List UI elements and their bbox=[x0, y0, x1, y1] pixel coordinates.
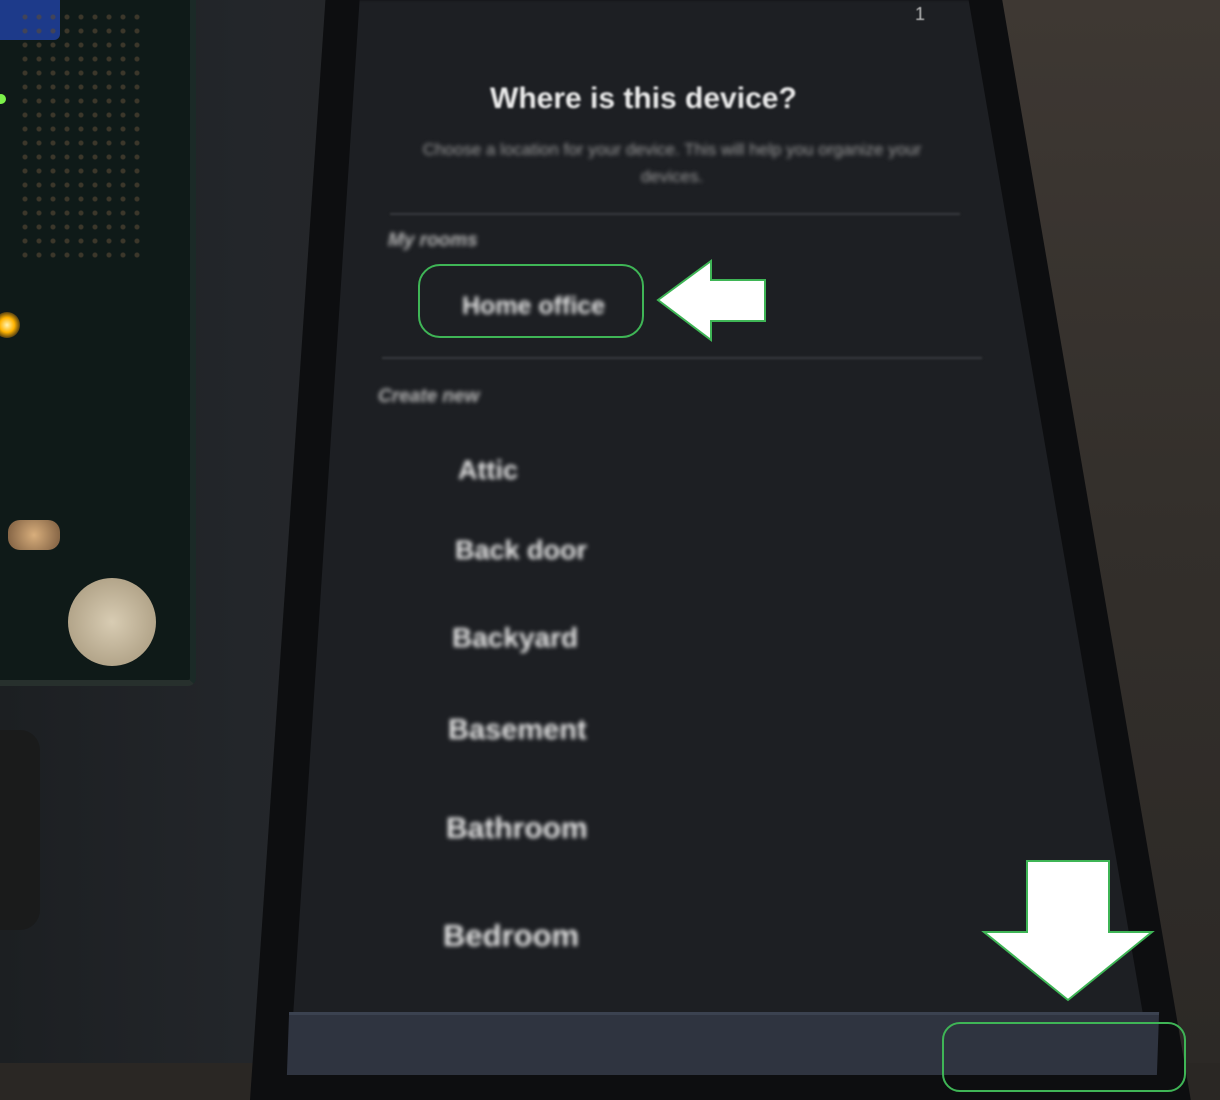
page-subtitle: Choose a location for your device. This … bbox=[422, 140, 922, 186]
board-component bbox=[8, 520, 60, 550]
room-item-basement[interactable]: Basement bbox=[448, 714, 587, 747]
circuit-board bbox=[0, 0, 196, 686]
room-item-bathroom[interactable]: Bathroom bbox=[446, 812, 588, 846]
highlight-home-office bbox=[418, 264, 644, 338]
arrow-left-icon bbox=[656, 259, 766, 343]
section-label-my-rooms: My rooms bbox=[388, 230, 478, 251]
room-item-attic[interactable]: Attic bbox=[458, 455, 518, 486]
orange-led-icon bbox=[0, 312, 20, 338]
green-led-icon bbox=[0, 94, 6, 104]
room-item-backyard[interactable]: Backyard bbox=[452, 622, 578, 654]
page-title: Where is this device? bbox=[490, 82, 797, 115]
section-label-create-new: Create new bbox=[378, 386, 480, 407]
room-item-bedroom[interactable]: Bedroom bbox=[443, 918, 579, 954]
arrow-down-icon bbox=[981, 860, 1155, 1002]
highlight-next-button bbox=[942, 1022, 1186, 1092]
divider-middle bbox=[382, 357, 982, 359]
room-item-back-door[interactable]: Back door bbox=[455, 535, 587, 566]
divider-top bbox=[390, 213, 960, 215]
status-indicator: 1 bbox=[915, 4, 926, 24]
cable bbox=[0, 730, 40, 930]
board-pins bbox=[18, 10, 148, 260]
board-speaker bbox=[68, 578, 156, 666]
